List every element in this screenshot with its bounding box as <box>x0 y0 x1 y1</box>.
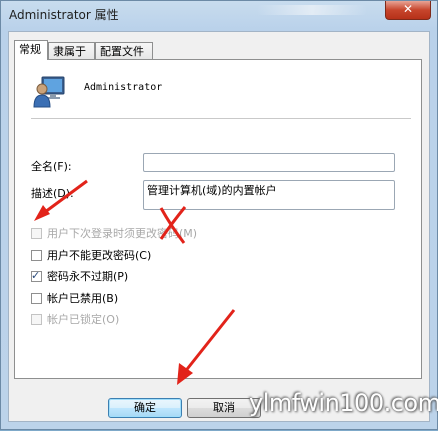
general-tab-panel: Administrator 全名(F): 描述(D): 管理计算机(域)的内置帐… <box>14 59 422 379</box>
checkbox-label: 帐户已锁定(O) <box>47 313 120 326</box>
dialog-client-area: 常规 隶属于 配置文件 Administrator 全名(F): 描述(D): … <box>8 31 430 422</box>
description-input[interactable]: 管理计算机(域)的内置帐户 <box>143 180 395 210</box>
checkbox-box[interactable] <box>31 313 42 325</box>
checkbox-account-locked[interactable]: 帐户已锁定(O) <box>31 312 119 326</box>
checkbox-label: 帐户已禁用(B) <box>47 292 119 305</box>
blurred-area <box>257 5 367 15</box>
ok-button[interactable]: 确定 <box>108 398 182 418</box>
checkbox-box[interactable] <box>31 292 42 304</box>
tab-general[interactable]: 常规 <box>14 40 48 60</box>
tab-profile[interactable]: 配置文件 <box>95 42 153 59</box>
fullname-input[interactable] <box>143 153 395 172</box>
separator <box>31 118 411 119</box>
checkbox-account-disabled[interactable]: 帐户已禁用(B) <box>31 291 118 305</box>
checkbox-label: 用户下次登录时须更改密码(M) <box>47 227 198 240</box>
properties-dialog: Administrator 属性 ✕ 常规 隶属于 配置文件 Administr… <box>0 0 438 430</box>
user-icon <box>33 76 65 108</box>
close-icon: ✕ <box>402 2 414 16</box>
checkbox-must-change-password[interactable]: 用户下次登录时须更改密码(M) <box>31 226 197 240</box>
user-name: Administrator <box>84 82 163 93</box>
description-label: 描述(D): <box>31 187 74 200</box>
tab-member-of[interactable]: 隶属于 <box>48 42 95 59</box>
checkbox-box[interactable]: ✓ <box>31 268 42 282</box>
checkbox-label: 用户不能更改密码(C) <box>47 249 152 262</box>
checkbox-label: 密码永不过期(P) <box>47 270 129 283</box>
fullname-label: 全名(F): <box>31 160 72 173</box>
checkbox-box[interactable] <box>31 227 42 239</box>
checkbox-password-never-expires[interactable]: ✓ 密码永不过期(P) <box>31 269 128 283</box>
watermark: ylmfwin100.com <box>249 389 438 417</box>
window-title: Administrator 属性 <box>9 8 119 22</box>
checkbox-cannot-change-password[interactable]: 用户不能更改密码(C) <box>31 248 151 262</box>
check-icon: ✓ <box>31 268 41 282</box>
checkbox-box[interactable] <box>31 249 42 261</box>
close-button[interactable]: ✕ <box>385 1 431 20</box>
